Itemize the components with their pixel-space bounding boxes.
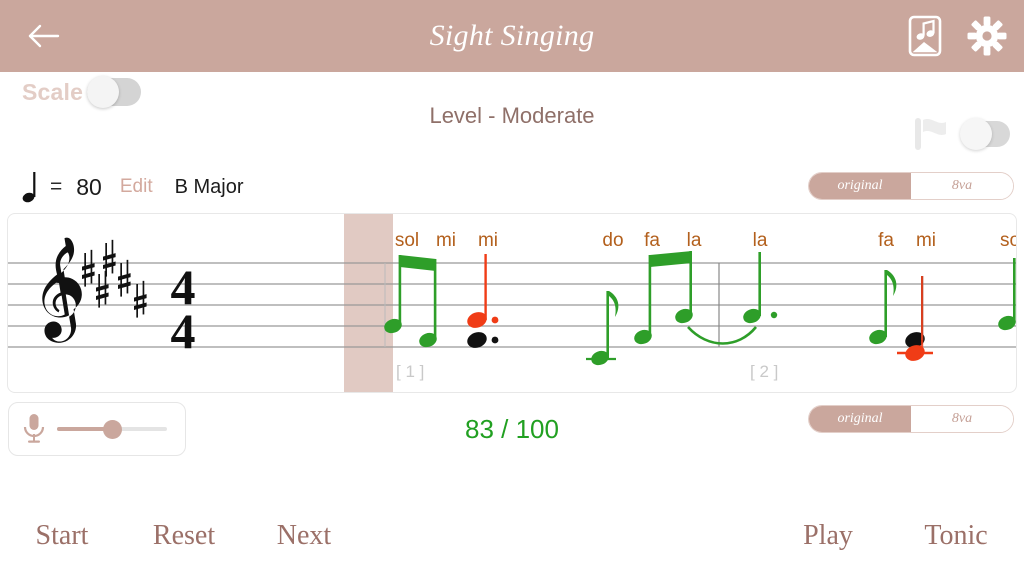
music-sheet-icon: [908, 15, 942, 57]
octave-bottom-original[interactable]: original: [809, 406, 911, 432]
music-sheet-button[interactable]: [902, 12, 948, 60]
note-group-5: [634, 251, 693, 345]
app-header: Sight Singing: [0, 0, 1024, 72]
quarter-note-icon: [22, 170, 42, 204]
note-group-9-sung: [897, 276, 933, 361]
key-signature-sharps: [82, 239, 147, 318]
solfege-label: mi: [435, 230, 457, 251]
measure-number: [ 2 ]: [750, 362, 779, 381]
scale-toggle[interactable]: [87, 76, 142, 108]
note-group-3-sung: [467, 254, 499, 328]
level-title: Level - Moderate: [429, 103, 595, 128]
bottom-bar-right: Play Tonic: [768, 516, 1024, 556]
octave-bottom-8va[interactable]: 8va: [911, 406, 1013, 432]
note-group-10: [998, 258, 1016, 331]
flag-icon: [915, 118, 946, 150]
flag-control[interactable]: [910, 112, 1010, 156]
play-button[interactable]: Play: [768, 516, 888, 556]
settings-button[interactable]: [964, 12, 1010, 60]
solfege-label: fa: [644, 230, 660, 251]
flag-toggle-knob: [960, 118, 992, 150]
svg-text:4: 4: [171, 303, 196, 359]
measure-number: [ 1 ]: [396, 362, 425, 381]
solfege-label: fa: [878, 230, 894, 251]
note-group-9-target: [905, 276, 925, 348]
key-signature-label: B Major: [174, 175, 244, 198]
solfege-label: do: [602, 230, 624, 251]
header-actions: [902, 12, 1010, 60]
octave-toggle-top[interactable]: original 8va: [808, 172, 1014, 200]
bottom-bar-left: Start Reset Next: [0, 516, 364, 556]
scale-label: Scale: [22, 78, 84, 105]
flag-toggle[interactable]: [960, 118, 1010, 150]
tonic-button[interactable]: Tonic: [888, 516, 1024, 556]
time-signature: 4 4: [171, 259, 196, 359]
music-staff[interactable]: 4 4 sol mi mi do fa la la fa mi s [1] …: [7, 213, 1017, 393]
next-button[interactable]: Next: [244, 516, 364, 556]
octave-top-original[interactable]: original: [809, 173, 911, 199]
note-group-8: [869, 270, 897, 345]
solfege-label: sol: [394, 230, 420, 251]
tempo-row: = 80 Edit B Major: [22, 170, 244, 204]
scale-control[interactable]: Scale: [22, 76, 142, 108]
staff-notation: 4 4: [8, 237, 1016, 366]
octave-top-8va[interactable]: 8va: [911, 173, 1013, 199]
tempo-edit-button[interactable]: Edit: [120, 176, 153, 198]
solfege-label: la: [686, 230, 702, 251]
tie-slur: [687, 326, 758, 345]
reset-button[interactable]: Reset: [124, 516, 244, 556]
tempo-bpm: 80: [76, 173, 102, 200]
sight-singing-screen: Sight Singing Scale Level - Moderate = 8…: [0, 0, 1024, 576]
treble-clef: [42, 237, 82, 343]
gear-icon: [967, 16, 1007, 56]
note-group-4: [586, 291, 619, 366]
solfege-label: so: [999, 230, 1016, 251]
solfege-label: mi: [915, 230, 937, 251]
solfege-label: la: [752, 230, 768, 251]
page-title: Sight Singing: [429, 19, 595, 52]
start-button[interactable]: Start: [0, 516, 124, 556]
octave-toggle-bottom[interactable]: original 8va: [808, 405, 1014, 433]
solfege-label: mi: [477, 230, 499, 251]
note-group-1: [384, 255, 437, 348]
tempo-equals: =: [50, 175, 63, 198]
